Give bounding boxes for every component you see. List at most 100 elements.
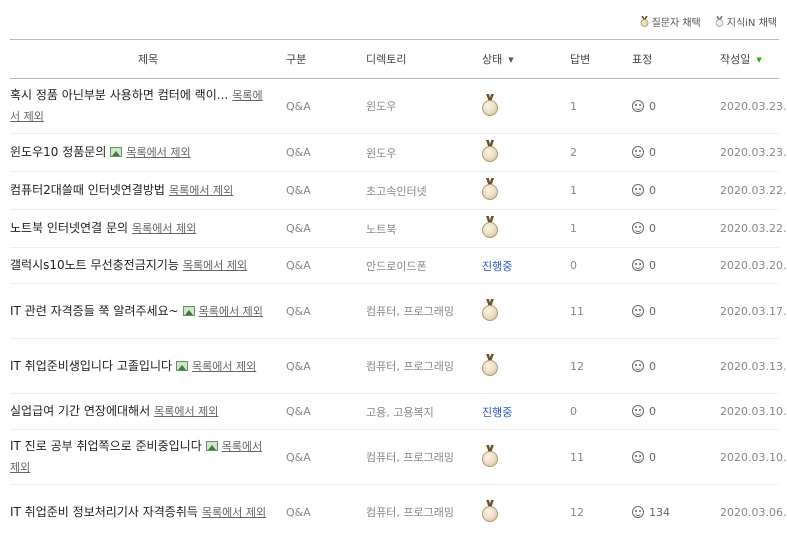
question-title-link[interactable]: IT 취업준비 정보처리기사 자격증취득 — [10, 505, 198, 519]
row-answers: 1 — [570, 99, 577, 113]
row-answers: 12 — [570, 359, 584, 373]
smile-icon — [632, 146, 644, 158]
smile-icon — [632, 450, 644, 463]
row-title-cell: 컴퓨터2대쓸때 인터넷연결방법 목록에서 제외 — [10, 172, 286, 210]
remove-from-list-link[interactable]: 목록에서 제외 — [199, 305, 263, 318]
remove-from-list-link[interactable]: 목록에서 제외 — [132, 222, 196, 235]
medal-icon — [482, 140, 498, 162]
row-directory: 윈도우 — [366, 100, 397, 113]
row-answers: 1 — [570, 184, 577, 197]
row-date: 2020.03.13. — [720, 359, 787, 373]
row-answers: 12 — [570, 505, 584, 519]
row-category: Q&A — [286, 146, 311, 159]
remove-from-list-link[interactable]: 목록에서 제외 — [183, 259, 247, 272]
row-directory: 초고속인터넷 — [366, 184, 427, 198]
row-answers: 0 — [570, 259, 577, 272]
row-category: Q&A — [286, 184, 311, 197]
row-date: 2020.03.22. — [720, 184, 787, 197]
row-status — [482, 79, 570, 134]
remove-from-list-link[interactable]: 목록에서 제외 — [126, 146, 190, 159]
row-date: 2020.03.23. — [720, 99, 787, 113]
question-title-link[interactable]: 실업급여 기간 연장에대해서 — [10, 404, 150, 418]
smile-icon — [632, 505, 644, 518]
col-status[interactable]: 상태 ▼ — [482, 40, 570, 79]
row-date: 2020.03.23. — [720, 146, 787, 159]
row-directory: 컴퓨터, 프로그래밍 — [366, 451, 454, 464]
medal-icon — [482, 499, 498, 522]
sort-down-icon[interactable]: ▼ — [756, 56, 761, 64]
row-directory: 고용, 고용복지 — [366, 405, 434, 419]
row-title-cell: IT 취업준비생입니다 고졸입니다 목록에서 제외 — [10, 339, 286, 394]
question-title-link[interactable]: IT 진로 공부 취업쪽으로 준비중입니다 — [10, 439, 202, 453]
row-date: 2020.03.17. — [720, 304, 787, 318]
col-date-label: 작성일 — [720, 53, 751, 66]
row-answers: 11 — [570, 304, 584, 318]
row-status — [482, 284, 570, 339]
col-reactions: 표정 — [632, 53, 653, 66]
table-row[interactable]: IT 취업준비 정보처리기사 자격증취득 목록에서 제외 Q&A 컴퓨터, 프로그… — [10, 485, 786, 534]
row-answers: 11 — [570, 450, 584, 464]
smile-icon — [632, 259, 644, 271]
row-reactions: 0 — [632, 248, 720, 284]
col-date[interactable]: 작성일 ▼ — [720, 40, 779, 79]
reaction-count: 0 — [649, 184, 656, 197]
table-row[interactable]: 노트북 인터넷연결 문의 목록에서 제외 Q&A 노트북 1 0 2020.03.… — [10, 210, 787, 248]
table-row[interactable]: 컴퓨터2대쓸때 인터넷연결방법 목록에서 제외 Q&A 초고속인터넷 1 0 20… — [10, 172, 787, 210]
row-directory: 안드로이드폰 — [366, 259, 427, 273]
medal-icon — [482, 178, 498, 200]
remove-from-list-link[interactable]: 목록에서 제외 — [169, 184, 233, 197]
row-directory: 컴퓨터, 프로그래밍 — [366, 360, 454, 373]
status-in-progress: 진행중 — [482, 259, 513, 273]
row-reactions: 0 — [632, 210, 720, 248]
question-title-link[interactable]: IT 취업준비생입니다 고졸입니다 — [10, 359, 172, 373]
remove-from-list-link[interactable]: 목록에서 제외 — [202, 506, 266, 519]
legend-asker-pick: 질문자 채택 — [640, 14, 701, 29]
table-row[interactable]: IT 진로 공부 취업쪽으로 준비중입니다 목록에서 제외 Q&A 컴퓨터, 프로… — [10, 430, 787, 485]
question-title-link[interactable]: IT 관련 자격증들 쭉 알려주세요~ — [10, 304, 179, 318]
table-row[interactable]: IT 취업준비생입니다 고졸입니다 목록에서 제외 Q&A 컴퓨터, 프로그래밍 … — [10, 339, 787, 394]
reaction-count: 134 — [649, 505, 670, 519]
row-title-cell: 혹시 정품 아닌부분 사용하면 컴터에 랙이... 목록에서 제외 — [10, 79, 286, 134]
table-row[interactable]: 윈도우10 정품문의 목록에서 제외 Q&A 윈도우 2 0 2020.03.23… — [10, 134, 787, 172]
row-reactions: 0 — [632, 79, 720, 134]
row-answers: 0 — [570, 405, 577, 418]
question-title-link[interactable]: 혹시 정품 아닌부분 사용하면 컴터에 랙이... — [10, 88, 228, 102]
row-status — [482, 485, 570, 534]
table-row[interactable]: 혹시 정품 아닌부분 사용하면 컴터에 랙이... 목록에서 제외 Q&A 윈도우… — [10, 79, 787, 134]
row-category: Q&A — [286, 405, 311, 418]
image-icon — [176, 360, 189, 371]
row-reactions: 0 — [632, 172, 720, 210]
row-date: 2020.03.22. — [720, 222, 787, 235]
row-date: 2020.03.10. — [720, 450, 787, 464]
sort-down-icon[interactable]: ▼ — [508, 56, 513, 64]
row-title-cell: 갤럭시s10노트 무선충전금지기능 목록에서 제외 — [10, 248, 286, 284]
status-in-progress: 진행중 — [482, 405, 513, 419]
row-reactions: 0 — [632, 339, 720, 394]
reaction-count: 0 — [649, 405, 656, 418]
row-title-cell: 노트북 인터넷연결 문의 목록에서 제외 — [10, 210, 286, 248]
row-directory: 노트북 — [366, 222, 397, 236]
remove-from-list-link[interactable]: 목록에서 제외 — [192, 360, 256, 373]
smile-icon — [632, 222, 644, 234]
question-title-link[interactable]: 컴퓨터2대쓸때 인터넷연결방법 — [10, 183, 165, 197]
remove-from-list-link[interactable]: 목록에서 제외 — [154, 405, 218, 418]
question-title-link[interactable]: 갤럭시s10노트 무선충전금지기능 — [10, 258, 179, 272]
row-date: 2020.03.20. — [720, 259, 787, 272]
row-directory: 윈도우 — [366, 146, 397, 160]
smile-icon — [632, 304, 644, 317]
question-title-link[interactable]: 노트북 인터넷연결 문의 — [10, 221, 128, 235]
medal-icon — [715, 15, 724, 27]
col-status-label: 상태 — [482, 53, 503, 66]
smile-icon — [632, 99, 644, 112]
table-row[interactable]: 갤럭시s10노트 무선충전금지기능 목록에서 제외 Q&A 안드로이드폰 진행중 … — [10, 248, 787, 284]
question-title-link[interactable]: 윈도우10 정품문의 — [10, 145, 106, 159]
table-row[interactable]: IT 관련 자격증들 쭉 알려주세요~ 목록에서 제외 Q&A 컴퓨터, 프로그래… — [10, 284, 787, 339]
table-row[interactable]: 실업급여 기간 연장에대해서 목록에서 제외 Q&A 고용, 고용복지 진행중 0… — [10, 394, 786, 430]
col-directory: 디렉토리 — [366, 53, 407, 66]
medal-icon — [482, 93, 498, 116]
row-status — [482, 430, 570, 485]
row-status — [482, 339, 570, 394]
legend-jisikin-pick: 지식iN 채택 — [715, 14, 777, 29]
row-status: 진행중 — [482, 394, 570, 430]
table-header: 제목 구분 디렉토리 상태 ▼ 답변 표정 작성일 ▼ — [10, 39, 779, 79]
